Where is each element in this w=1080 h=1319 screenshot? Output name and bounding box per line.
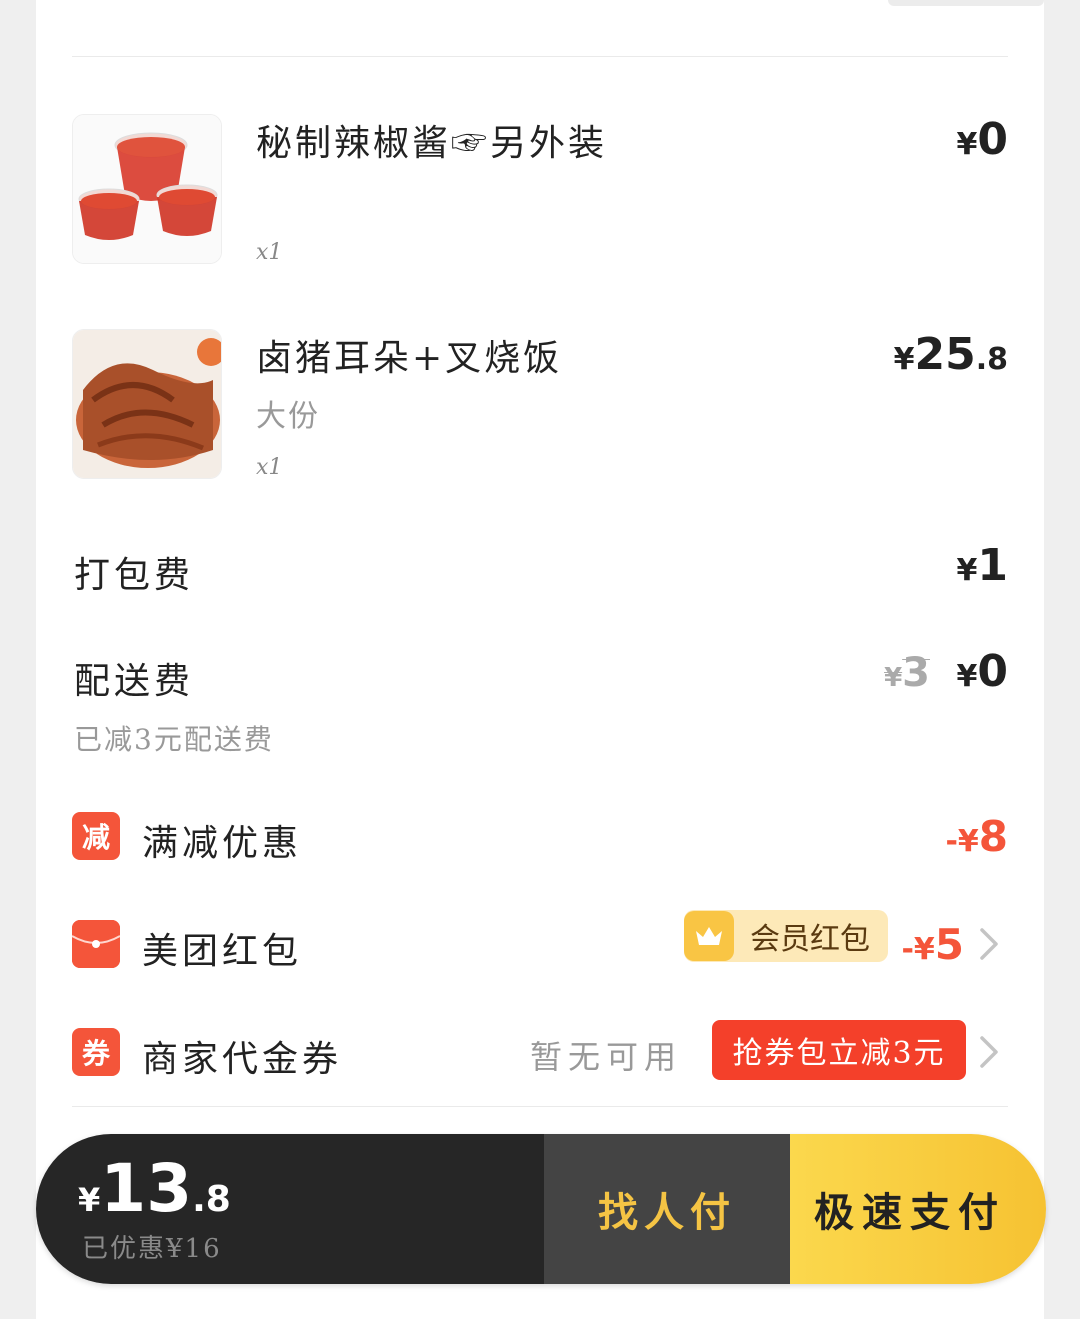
merchant-coupon-row[interactable]: 券 商家代金券 暂无可用 抢券包立减3元 — [72, 1020, 1008, 1088]
item-price: ¥25.8 — [893, 329, 1008, 380]
member-red-packet-tag[interactable]: 会员红包 — [684, 910, 888, 962]
item-name: 卤猪耳朵+叉烧饭 — [256, 338, 563, 379]
packing-fee-row: 打包费 ¥1 — [72, 540, 1008, 600]
pay-bar: ¥13.8 已优惠¥16 找人付 极速支付 — [36, 1134, 1046, 1284]
red-packet-icon — [72, 920, 120, 968]
delivery-fee-label: 配送费 — [74, 661, 195, 702]
item-spec: 大份 — [256, 399, 320, 434]
saved-amount: 已优惠¥16 — [82, 1234, 222, 1264]
delivery-fee-row: 配送费 已减3元配送费 ¥3 ¥0 — [72, 646, 1008, 766]
full-reduction-amount: -¥8 — [945, 812, 1008, 861]
chevron-right-icon[interactable] — [976, 1034, 1002, 1070]
top-tab-edge — [888, 0, 1044, 6]
total-section: ¥13.8 已优惠¥16 — [36, 1134, 544, 1284]
packing-fee-price: ¥1 — [956, 540, 1009, 591]
full-reduction-row: 减 满减优惠 -¥8 — [72, 812, 1008, 872]
chevron-right-icon[interactable] — [976, 926, 1002, 962]
packing-fee-label: 打包费 — [74, 555, 195, 596]
item-quantity: x1 — [256, 455, 283, 480]
order-item[interactable]: 秘制辣椒酱☞另外装 x1 ¥0 — [72, 114, 1009, 265]
red-packet-label: 美团红包 — [142, 931, 303, 972]
member-tag-label: 会员红包 — [750, 922, 870, 957]
fast-pay-button[interactable]: 极速支付 — [790, 1134, 1046, 1284]
coupon-status: 暂无可用 — [530, 1038, 683, 1076]
friend-pay-button[interactable]: 找人付 — [544, 1134, 790, 1284]
red-packet-amount: -¥5 — [901, 920, 964, 969]
red-packet-row[interactable]: 美团红包 会员红包 -¥5 — [72, 910, 1008, 980]
item-name: 秘制辣椒酱☞另外装 — [256, 123, 608, 164]
item-price: ¥0 — [956, 114, 1009, 165]
coupon-badge-icon: 券 — [72, 1028, 120, 1076]
original-delivery-price: ¥3 — [884, 650, 930, 696]
merchant-coupon-label: 商家代金券 — [142, 1039, 343, 1080]
bottom-divider — [72, 1106, 1008, 1107]
item-quantity: x1 — [256, 240, 283, 265]
delivery-discount-note: 已减3元配送费 — [74, 723, 274, 756]
total-price: ¥13.8 — [78, 1150, 231, 1227]
delivery-fee-price: ¥0 — [956, 646, 1009, 697]
full-reduction-label: 满减优惠 — [142, 823, 303, 864]
top-divider — [72, 56, 1008, 57]
order-item[interactable]: 卤猪耳朵+叉烧饭 大份 x1 ¥25.8 — [72, 329, 1008, 480]
chili-sauce-image — [72, 114, 222, 264]
grab-coupon-button[interactable]: 抢券包立减3元 — [712, 1020, 966, 1080]
reduction-badge-icon: 减 — [72, 812, 120, 860]
pig-ear-image — [72, 329, 222, 479]
crown-icon — [684, 911, 734, 961]
